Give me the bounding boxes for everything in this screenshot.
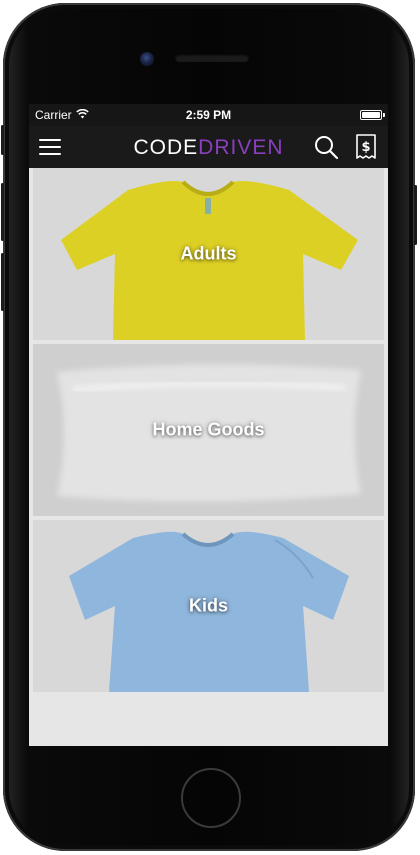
logo-part-driven: DRIVEN [198, 136, 284, 159]
category-label: Adults [180, 243, 237, 264]
volume-up-button [1, 183, 4, 241]
category-label: Home Goods [152, 419, 265, 440]
logo-part-code: CODE [133, 136, 199, 159]
app-screen: Carrier 2:59 PM CODEDRIVEN $ Adults Home… [29, 104, 388, 746]
power-button [414, 185, 417, 245]
svg-text:$: $ [361, 140, 370, 155]
front-camera [140, 52, 154, 66]
battery-level [362, 112, 380, 118]
category-list: Adults Home Goods Kids [33, 168, 384, 696]
nav-bar: CODEDRIVEN $ [29, 126, 388, 168]
earpiece-speaker [175, 54, 249, 62]
category-label: Kids [188, 595, 228, 616]
volume-down-button [1, 253, 4, 311]
status-bar: Carrier 2:59 PM [29, 104, 388, 126]
receipt-dollar-icon[interactable]: $ [355, 133, 377, 161]
category-tile-kids[interactable]: Kids [33, 520, 384, 692]
category-tile-home-goods[interactable]: Home Goods [33, 344, 384, 516]
home-button[interactable] [181, 768, 241, 828]
search-icon[interactable] [313, 134, 339, 160]
category-tile-adults[interactable]: Adults [33, 168, 384, 340]
status-time: 2:59 PM [185, 108, 232, 122]
battery-icon [360, 110, 385, 120]
mute-switch [1, 125, 4, 155]
